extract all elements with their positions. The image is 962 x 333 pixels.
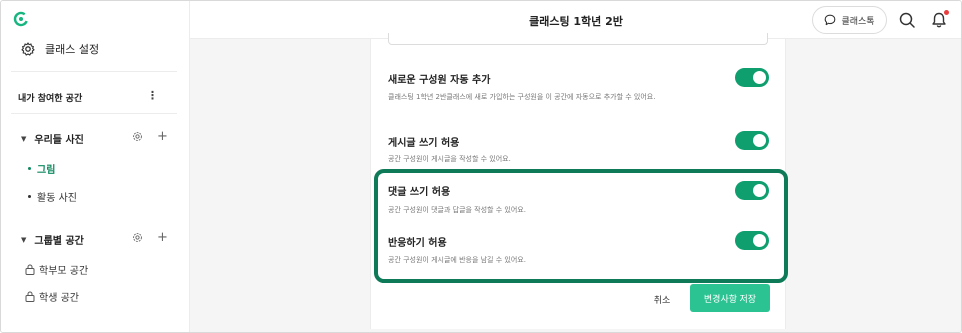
caret-down-icon: ▼ <box>21 134 27 143</box>
sidebar-group-by-group[interactable]: ▼ 그룹별 공간 <box>21 232 84 248</box>
space-name-input[interactable] <box>388 33 768 45</box>
search-icon[interactable] <box>898 11 916 29</box>
option-desc-auto-add: 클래스팅 1학년 2반클래스에 새로 가입하는 구성원을 이 공간에 자동으로 … <box>388 93 656 101</box>
option-desc-allow-posts: 공간 구성원이 게시글을 작성할 수 있어요. <box>388 155 511 163</box>
sidebar-item-drawing[interactable]: 그림 <box>28 161 55 176</box>
option-title-allow-posts: 게시글 쓰기 허용 <box>388 138 460 149</box>
notification-badge <box>944 10 949 15</box>
class-settings-link[interactable]: 클래스 설정 <box>21 41 99 57</box>
option-title-auto-add: 새로운 구성원 자동 추가 <box>388 75 491 86</box>
toggle-allow-comments[interactable] <box>735 181 769 200</box>
gear-icon <box>21 42 35 56</box>
sidebar-item-label: 그림 <box>37 165 56 176</box>
option-title-allow-reactions: 반응하기 허용 <box>388 238 447 249</box>
add-space-icon[interactable]: + <box>157 230 168 245</box>
sidebar-item-students-space[interactable]: 학생 공간 <box>25 289 79 304</box>
sidebar-group-photos[interactable]: ▼ 우리들 사진 <box>21 131 84 147</box>
sidebar-group-label: 그룹별 공간 <box>34 236 84 247</box>
class-talk-button[interactable]: 클래스톡 <box>812 6 887 34</box>
lock-icon <box>25 264 35 275</box>
classting-logo-icon[interactable] <box>13 11 29 27</box>
sidebar-item-parents-space[interactable]: 학부모 공간 <box>25 262 88 277</box>
class-settings-label: 클래스 설정 <box>45 43 100 56</box>
app-window: 클래스 설정 내가 참여한 공간 ⋮ ▼ 우리들 사진 + 그림 활동 사진 ▼… <box>0 0 962 333</box>
cancel-button[interactable]: 취소 <box>642 287 682 311</box>
sidebar-item-activity-photos[interactable]: 활동 사진 <box>28 189 77 204</box>
sidebar-item-label: 활동 사진 <box>37 193 77 204</box>
bullet-icon <box>28 167 31 170</box>
toggle-allow-reactions[interactable] <box>735 231 769 250</box>
save-changes-button[interactable]: 변경사항 저장 <box>690 284 770 312</box>
option-desc-allow-comments: 공간 구성원이 댓글과 답글을 작성할 수 있어요. <box>388 206 526 214</box>
sidebar-divider <box>11 71 177 72</box>
sidebar-item-label: 학생 공간 <box>39 293 79 304</box>
sidebar: 클래스 설정 내가 참여한 공간 ⋮ ▼ 우리들 사진 + 그림 활동 사진 ▼… <box>1 1 190 332</box>
option-title-allow-comments: 댓글 쓰기 허용 <box>388 187 451 198</box>
space-settings-card: 새로운 구성원 자동 추가 클래스팅 1학년 2반클래스에 새로 가입하는 구성… <box>370 33 786 329</box>
group-settings-icon[interactable] <box>132 232 143 243</box>
lock-icon <box>25 291 35 302</box>
class-talk-label: 클래스톡 <box>841 15 875 26</box>
option-desc-allow-reactions: 공간 구성원이 게시글에 반응을 남길 수 있어요. <box>388 256 526 264</box>
sidebar-item-label: 학부모 공간 <box>39 266 89 277</box>
chat-bubble-icon <box>825 14 836 26</box>
my-spaces-title: 내가 참여한 공간 <box>18 94 83 104</box>
sidebar-group-label: 우리들 사진 <box>34 135 84 146</box>
toggle-allow-posts[interactable] <box>735 131 769 150</box>
group-settings-icon[interactable] <box>132 131 143 142</box>
sidebar-divider <box>11 113 177 114</box>
bullet-icon <box>28 195 31 198</box>
add-space-icon[interactable]: + <box>157 129 168 144</box>
more-options-icon[interactable]: ⋮ <box>147 90 158 101</box>
toggle-auto-add[interactable] <box>735 68 769 87</box>
caret-down-icon: ▼ <box>21 235 27 244</box>
